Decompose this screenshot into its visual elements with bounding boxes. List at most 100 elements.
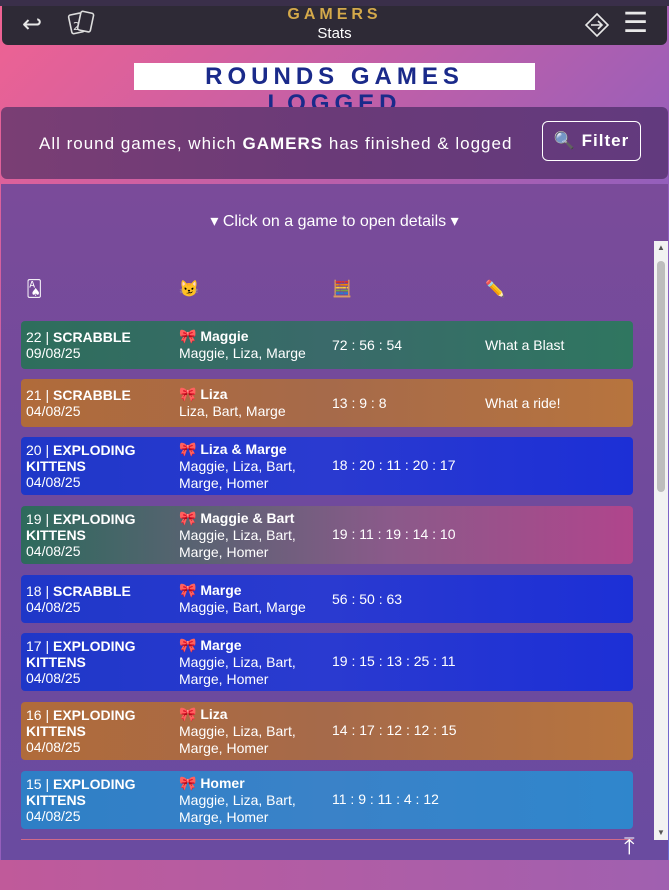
winner-name: 🎀 Marge: [179, 637, 242, 653]
pencil-icon: ✏️: [485, 281, 505, 298]
hamburger-menu-icon[interactable]: ☰: [623, 6, 648, 39]
round-number: 22 |: [26, 329, 50, 345]
winner-cell: 🎀 Liza Liza, Bart, Marge: [179, 386, 286, 420]
game-cell: 21 | SCRABBLE 04/08/25: [26, 387, 131, 419]
table-row[interactable]: 18 | SCRABBLE 04/08/25 🎀 Marge Maggie, B…: [21, 575, 633, 623]
note-cell: What a ride!: [485, 395, 561, 411]
winner-cell: 🎀 Marge Maggie, Bart, Marge: [179, 582, 306, 616]
table-divider: [21, 839, 633, 840]
table-row[interactable]: 21 | SCRABBLE 04/08/25 🎀 Liza Liza, Bart…: [21, 379, 633, 427]
game-date: 04/08/25: [26, 670, 81, 686]
caret-down-icon: ▾: [210, 213, 219, 230]
winner-name: 🎀 Maggie: [179, 328, 249, 344]
players-list-line2: Marge, Homer: [179, 740, 269, 756]
footer-bar: [0, 860, 669, 890]
game-cell: 22 | SCRABBLE 09/08/25: [26, 329, 131, 361]
players-list-line2: Marge, Homer: [179, 544, 269, 560]
players-list: Maggie, Liza, Bart,: [179, 458, 296, 474]
players-list: Maggie, Liza, Bart,: [179, 654, 296, 670]
filter-button[interactable]: 🔍 Filter: [542, 121, 641, 161]
game-name-line2: KITTENS: [26, 654, 86, 670]
table-row[interactable]: 19 | EXPLODING KITTENS 04/08/25 🎀 Maggie…: [21, 506, 633, 564]
players-list: Maggie, Liza, Marge: [179, 345, 306, 361]
game-name-line2: KITTENS: [26, 723, 86, 739]
scores-cell: 14 : 17 : 12 : 12 : 15: [332, 722, 457, 738]
game-cell: 18 | SCRABBLE 04/08/25: [26, 583, 131, 615]
info-bar: All round games, which GAMERS has finish…: [1, 107, 668, 179]
info-suffix: has finished & logged: [328, 134, 513, 153]
games-panel: ▾ Click on a game to open details ▾ 🂡 😼 …: [1, 184, 668, 860]
winner-name: 🎀 Liza: [179, 706, 228, 722]
round-number: 15 |: [26, 776, 50, 792]
table-row[interactable]: 15 | EXPLODING KITTENS 04/08/25 🎀 Homer …: [21, 771, 633, 829]
scores-cell: 56 : 50 : 63: [332, 591, 403, 607]
scrollbar[interactable]: ▲ ▼: [654, 241, 668, 840]
round-number: 16 |: [26, 707, 50, 723]
game-cell: 15 | EXPLODING KITTENS 04/08/25: [26, 776, 135, 824]
players-list: Maggie, Bart, Marge: [179, 599, 306, 615]
top-navbar: ↩ 2 GAMERS Stats ☰: [2, 6, 667, 45]
round-number: 17 |: [26, 638, 50, 654]
details-hint[interactable]: ▾ Click on a game to open details ▾: [1, 211, 668, 231]
winner-name: 🎀 Marge: [179, 582, 242, 598]
abacus-icon: 🧮: [332, 281, 352, 298]
game-cell: 20 | EXPLODING KITTENS 04/08/25: [26, 442, 135, 490]
hint-text: Click on a game to open details: [222, 213, 447, 230]
players-list-line2: Marge, Homer: [179, 475, 269, 491]
games-table[interactable]: 🂡 😼 🧮 ✏️ 22 | SCRABBLE 09/08/25 🎀 Maggie…: [21, 241, 654, 840]
winner-cell: 🎀 Liza & Marge Maggie, Liza, Bart, Marge…: [179, 441, 296, 492]
table-header: 🂡 😼 🧮 ✏️: [21, 279, 654, 303]
scores-cell: 18 : 20 : 11 : 20 : 17: [332, 457, 456, 473]
winner-name: 🎀 Liza: [179, 386, 228, 402]
scroll-to-top-icon[interactable]: ⤒: [624, 833, 635, 861]
game-name: SCRABBLE: [53, 329, 131, 345]
table-row[interactable]: 16 | EXPLODING KITTENS 04/08/25 🎀 Liza M…: [21, 702, 633, 760]
info-group: GAMERS: [242, 134, 324, 153]
winner-name: 🎀 Maggie & Bart: [179, 510, 295, 526]
sign-in-icon[interactable]: [584, 12, 610, 38]
brand-block[interactable]: GAMERS Stats: [2, 6, 667, 42]
game-name: EXPLODING: [53, 707, 136, 723]
scroll-up-icon[interactable]: ▲: [657, 243, 665, 252]
game-name: SCRABBLE: [53, 387, 131, 403]
winner-cell: 🎀 Marge Maggie, Liza, Bart, Marge, Homer: [179, 637, 296, 688]
game-name: EXPLODING: [53, 511, 136, 527]
players-list: Maggie, Liza, Bart,: [179, 792, 296, 808]
game-name: EXPLODING: [53, 638, 136, 654]
game-name-line2: KITTENS: [26, 792, 86, 808]
players-list-line2: Marge, Homer: [179, 671, 269, 687]
scores-cell: 11 : 9 : 11 : 4 : 12: [332, 791, 439, 807]
players-list-line2: Marge, Homer: [179, 809, 269, 825]
game-name: SCRABBLE: [53, 583, 131, 599]
game-cell: 17 | EXPLODING KITTENS 04/08/25: [26, 638, 135, 686]
scroll-down-icon[interactable]: ▼: [657, 828, 665, 837]
info-text: All round games, which GAMERS has finish…: [39, 134, 512, 154]
page-subtitle: Stats: [317, 25, 352, 42]
game-name: EXPLODING: [53, 442, 136, 458]
game-cell: 19 | EXPLODING KITTENS 04/08/25: [26, 511, 135, 559]
game-name-line2: KITTENS: [26, 527, 86, 543]
round-number: 18 |: [26, 583, 50, 599]
table-row[interactable]: 20 | EXPLODING KITTENS 04/08/25 🎀 Liza &…: [21, 437, 633, 495]
game-date: 04/08/25: [26, 599, 81, 615]
table-row[interactable]: 22 | SCRABBLE 09/08/25 🎀 Maggie Maggie, …: [21, 321, 633, 369]
game-date: 04/08/25: [26, 808, 81, 824]
caret-down-icon: ▾: [450, 213, 459, 230]
winner-cell: 🎀 Liza Maggie, Liza, Bart, Marge, Homer: [179, 706, 296, 757]
winner-cell: 🎀 Maggie & Bart Maggie, Liza, Bart, Marg…: [179, 510, 296, 561]
winner-cell: 🎀 Maggie Maggie, Liza, Marge: [179, 328, 306, 362]
table-row[interactable]: 17 | EXPLODING KITTENS 04/08/25 🎀 Marge …: [21, 633, 633, 691]
round-number: 19 |: [26, 511, 50, 527]
note-cell: What a Blast: [485, 337, 565, 353]
brand-title[interactable]: GAMERS: [2, 6, 667, 24]
scores-cell: 13 : 9 : 8: [332, 395, 387, 411]
players-list: Maggie, Liza, Bart,: [179, 723, 296, 739]
round-number: 20 |: [26, 442, 50, 458]
players-list: Maggie, Liza, Bart,: [179, 527, 296, 543]
winner-cell: 🎀 Homer Maggie, Liza, Bart, Marge, Homer: [179, 775, 296, 826]
game-name-line2: KITTENS: [26, 458, 86, 474]
scrollbar-thumb[interactable]: [657, 261, 665, 492]
info-prefix: All round games, which: [39, 134, 237, 153]
game-date: 04/08/25: [26, 474, 81, 490]
game-date: 04/08/25: [26, 543, 81, 559]
